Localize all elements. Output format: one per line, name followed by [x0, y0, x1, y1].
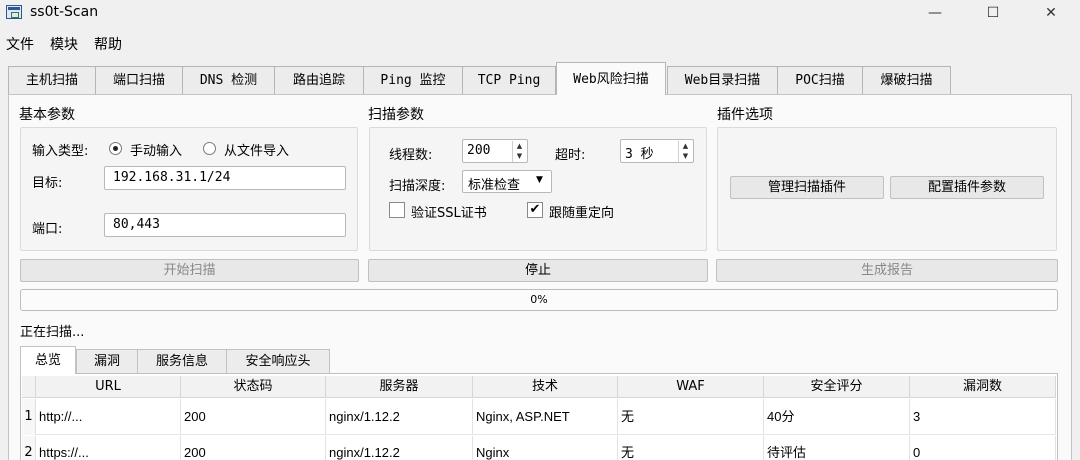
subtab-service-info[interactable]: 服务信息: [137, 349, 227, 373]
check-icon: ✔: [529, 202, 541, 217]
scan-progress-bar: 0%: [20, 289, 1058, 311]
table-cell[interactable]: https://...: [36, 436, 181, 460]
radio-file-label[interactable]: 从文件导入: [224, 140, 289, 159]
timeout-spin-buttons: ▲ ▼: [678, 141, 692, 162]
spin-up-icon[interactable]: ▲: [513, 141, 526, 151]
header-security-score[interactable]: 安全评分: [764, 376, 910, 398]
subtab-overview[interactable]: 总览: [20, 346, 76, 374]
table-cell[interactable]: 3: [910, 399, 1056, 435]
threads-spinbox[interactable]: 200 ▲ ▼: [462, 139, 528, 163]
timeout-value: 3 秒: [625, 147, 654, 162]
window-title: ss0t-Scan: [30, 4, 99, 20]
follow-redirect-checkbox[interactable]: ✔: [527, 202, 543, 218]
header-server[interactable]: 服务器: [326, 376, 473, 398]
scan-params-title: 扫描参数: [368, 107, 424, 123]
generate-report-button[interactable]: 生成报告: [716, 259, 1058, 282]
depth-select[interactable]: 标准检查 ▼: [462, 170, 552, 193]
app-icon: [6, 5, 22, 19]
config-plugins-button[interactable]: 配置插件参数: [890, 176, 1044, 199]
start-scan-button[interactable]: 开始扫描: [20, 259, 359, 282]
follow-redirect-label[interactable]: 跟随重定向: [549, 202, 614, 221]
radio-manual-input[interactable]: [109, 142, 122, 155]
table-cell[interactable]: 无: [618, 436, 764, 460]
row-number: 2: [22, 436, 36, 460]
tab-route-trace[interactable]: 路由追踪: [274, 66, 364, 94]
tab-dns-check[interactable]: DNS 检测: [182, 66, 275, 94]
table-cell[interactable]: 40分: [764, 399, 910, 435]
table-cell[interactable]: Nginx, ASP.NET: [473, 399, 618, 435]
maximize-icon[interactable]: ☐: [970, 2, 1016, 24]
table-cell[interactable]: 待评估: [764, 436, 910, 460]
tab-poc-scan[interactable]: POC扫描: [777, 66, 863, 94]
tab-web-dir-scan[interactable]: Web目录扫描: [667, 66, 778, 94]
menu-module[interactable]: 模块: [50, 34, 78, 54]
target-label: 目标:: [32, 176, 63, 191]
timeout-label: 超时:: [555, 148, 586, 163]
minimize-icon[interactable]: —: [912, 2, 958, 24]
table-cell[interactable]: 无: [618, 399, 764, 435]
header-status-code[interactable]: 状态码: [181, 376, 326, 398]
spin-down-icon[interactable]: ▼: [513, 151, 526, 161]
input-type-label: 输入类型:: [32, 144, 89, 159]
table-cell[interactable]: Nginx: [473, 436, 618, 460]
subtab-security-headers[interactable]: 安全响应头: [226, 349, 330, 373]
table-cell[interactable]: 200: [181, 436, 326, 460]
table-corner: [22, 376, 36, 398]
header-technology[interactable]: 技术: [473, 376, 618, 398]
menu-bar: 文件 模块 帮助: [0, 30, 1080, 54]
verify-ssl-checkbox[interactable]: [389, 202, 405, 218]
menu-help[interactable]: 帮助: [94, 34, 122, 54]
verify-ssl-label[interactable]: 验证SSL证书: [411, 202, 487, 221]
table-cell[interactable]: 0: [910, 436, 1056, 460]
header-url[interactable]: URL: [36, 376, 181, 398]
status-text: 正在扫描...: [20, 325, 85, 340]
tab-brute-scan[interactable]: 爆破扫描: [862, 66, 951, 94]
depth-label: 扫描深度:: [389, 179, 446, 194]
target-input[interactable]: 192.168.31.1/24: [104, 166, 346, 190]
threads-value: 200: [467, 143, 491, 158]
table-cell[interactable]: nginx/1.12.2: [326, 399, 473, 435]
tab-ping-monitor[interactable]: Ping 监控: [363, 66, 463, 94]
threads-spin-buttons: ▲ ▼: [512, 141, 526, 162]
timeout-spinbox[interactable]: 3 秒 ▲ ▼: [620, 139, 694, 163]
manage-plugins-button[interactable]: 管理扫描插件: [730, 176, 884, 199]
row-number: 1: [22, 399, 36, 435]
port-label: 端口:: [32, 222, 63, 237]
basic-params-title: 基本参数: [19, 107, 75, 123]
stop-button[interactable]: 停止: [368, 259, 708, 282]
port-input[interactable]: 80,443: [104, 213, 346, 237]
tab-port-scan[interactable]: 端口扫描: [95, 66, 183, 94]
table-cell[interactable]: 200: [181, 399, 326, 435]
radio-file-import[interactable]: [203, 142, 216, 155]
depth-value: 标准检查: [468, 178, 521, 193]
plugin-options-title: 插件选项: [717, 107, 773, 123]
threads-label: 线程数:: [389, 148, 433, 163]
spin-down-icon[interactable]: ▼: [679, 151, 692, 161]
chevron-down-icon: ▼: [536, 175, 543, 185]
title-bar: ss0t-Scan — ☐ ✕: [0, 0, 1080, 28]
subtab-vulnerabilities[interactable]: 漏洞: [76, 349, 138, 373]
menu-file[interactable]: 文件: [6, 34, 34, 54]
table-cell[interactable]: nginx/1.12.2: [326, 436, 473, 460]
spin-up-icon[interactable]: ▲: [679, 141, 692, 151]
close-icon[interactable]: ✕: [1028, 2, 1074, 24]
tab-web-risk-scan[interactable]: Web风险扫描: [556, 62, 666, 95]
radio-manual-label[interactable]: 手动输入: [130, 140, 182, 159]
progress-text: 0%: [530, 293, 548, 306]
table-cell[interactable]: http://...: [36, 399, 181, 435]
tab-tcp-ping[interactable]: TCP Ping: [462, 66, 556, 94]
tab-host-scan[interactable]: 主机扫描: [8, 66, 96, 94]
header-vuln-count[interactable]: 漏洞数: [910, 376, 1056, 398]
header-waf[interactable]: WAF: [618, 376, 764, 398]
